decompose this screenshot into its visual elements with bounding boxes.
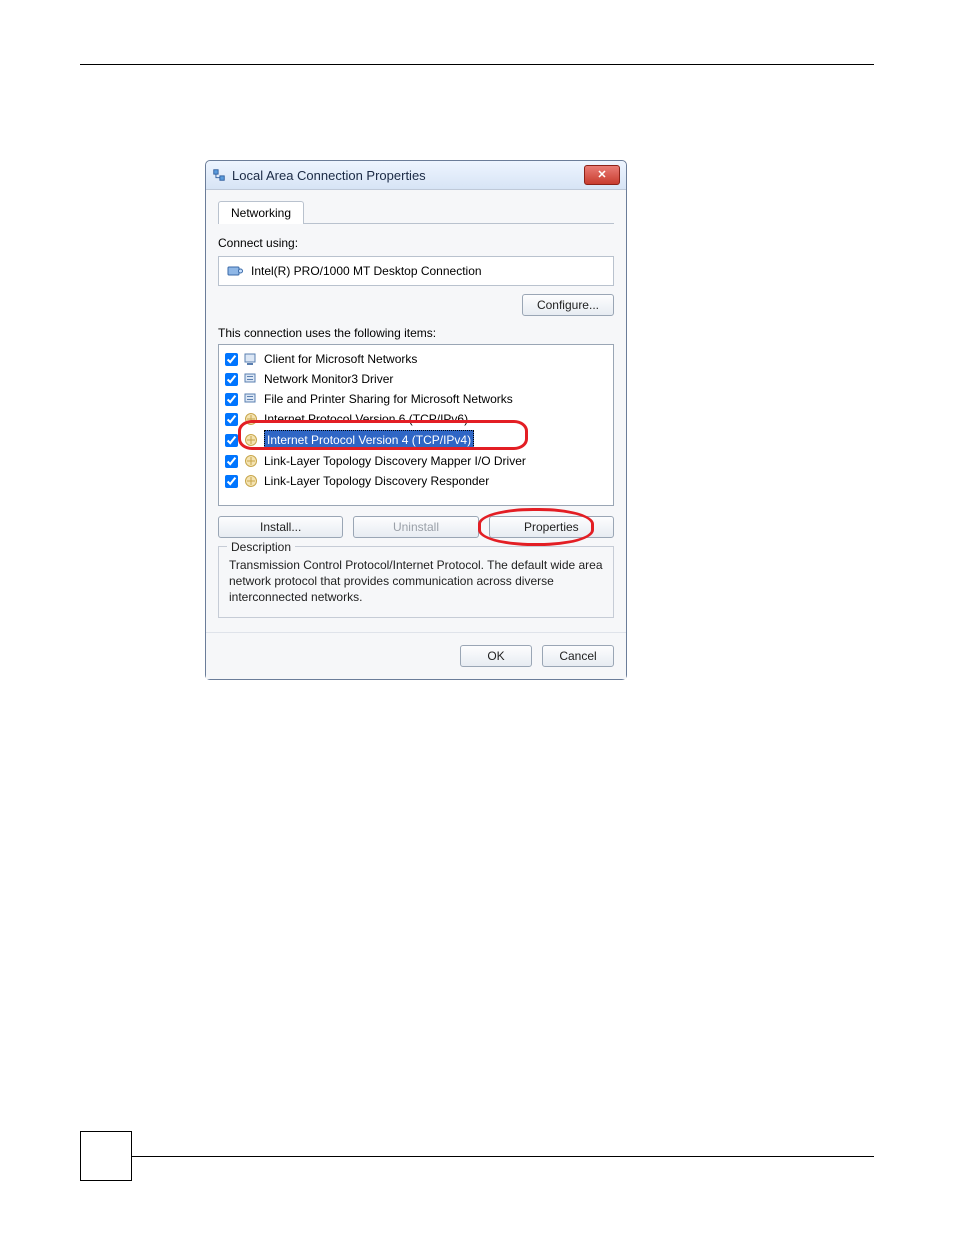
protocol-icon: [244, 433, 258, 447]
item-label: Link-Layer Topology Discovery Mapper I/O…: [264, 452, 526, 470]
description-group: Description Transmission Control Protoco…: [218, 546, 614, 618]
title-bar[interactable]: Local Area Connection Properties ✕: [206, 161, 626, 190]
list-item[interactable]: Internet Protocol Version 6 (TCP/IPv6): [221, 409, 611, 429]
item-label: Internet Protocol Version 4 (TCP/IPv4): [264, 430, 474, 450]
network-icon: [212, 168, 226, 182]
item-checkbox[interactable]: [225, 353, 238, 366]
item-checkbox[interactable]: [225, 475, 238, 488]
list-item[interactable]: Link-Layer Topology Discovery Responder: [221, 471, 611, 491]
adapter-field: Intel(R) PRO/1000 MT Desktop Connection: [218, 256, 614, 286]
item-checkbox[interactable]: [225, 413, 238, 426]
connect-using-label: Connect using:: [218, 236, 614, 250]
tab-networking[interactable]: Networking: [218, 201, 304, 224]
properties-button[interactable]: Properties: [489, 516, 614, 538]
item-label: Network Monitor3 Driver: [264, 370, 393, 388]
close-icon: ✕: [597, 170, 606, 181]
client-icon: [244, 352, 258, 366]
protocol-icon: [244, 474, 258, 488]
connection-properties-dialog: Local Area Connection Properties ✕ Netwo…: [205, 160, 627, 680]
items-label: This connection uses the following items…: [218, 326, 614, 340]
item-label: Link-Layer Topology Discovery Responder: [264, 472, 489, 490]
properties-button-label: Properties: [524, 520, 579, 534]
protocol-icon: [244, 454, 258, 468]
service-icon: [244, 372, 258, 386]
dialog-footer: OK Cancel: [206, 632, 626, 679]
item-label: Client for Microsoft Networks: [264, 350, 417, 368]
item-checkbox[interactable]: [225, 455, 238, 468]
item-label: File and Printer Sharing for Microsoft N…: [264, 390, 513, 408]
list-item[interactable]: Client for Microsoft Networks: [221, 349, 611, 369]
adapter-name: Intel(R) PRO/1000 MT Desktop Connection: [251, 264, 482, 278]
list-item[interactable]: Internet Protocol Version 4 (TCP/IPv4): [221, 429, 611, 451]
page-number-box: [80, 1131, 132, 1181]
list-item[interactable]: Network Monitor3 Driver: [221, 369, 611, 389]
uninstall-button: Uninstall: [353, 516, 478, 538]
item-checkbox[interactable]: [225, 373, 238, 386]
close-button[interactable]: ✕: [584, 165, 620, 185]
protocol-icon: [244, 412, 258, 426]
description-text: Transmission Control Protocol/Internet P…: [229, 557, 603, 605]
service-icon: [244, 392, 258, 406]
item-checkbox[interactable]: [225, 393, 238, 406]
description-legend: Description: [227, 539, 295, 555]
cancel-button[interactable]: Cancel: [542, 645, 614, 667]
footer-rule: [130, 1156, 874, 1157]
item-label: Internet Protocol Version 6 (TCP/IPv6): [264, 410, 468, 428]
window-title: Local Area Connection Properties: [232, 168, 584, 183]
configure-button[interactable]: Configure...: [522, 294, 614, 316]
adapter-icon: [227, 263, 243, 279]
header-rule: [80, 64, 874, 65]
tab-strip: Networking: [218, 200, 614, 224]
item-checkbox[interactable]: [225, 434, 238, 447]
list-item[interactable]: File and Printer Sharing for Microsoft N…: [221, 389, 611, 409]
install-button[interactable]: Install...: [218, 516, 343, 538]
ok-button[interactable]: OK: [460, 645, 532, 667]
items-listbox[interactable]: Client for Microsoft Networks Network Mon…: [218, 344, 614, 506]
list-item[interactable]: Link-Layer Topology Discovery Mapper I/O…: [221, 451, 611, 471]
